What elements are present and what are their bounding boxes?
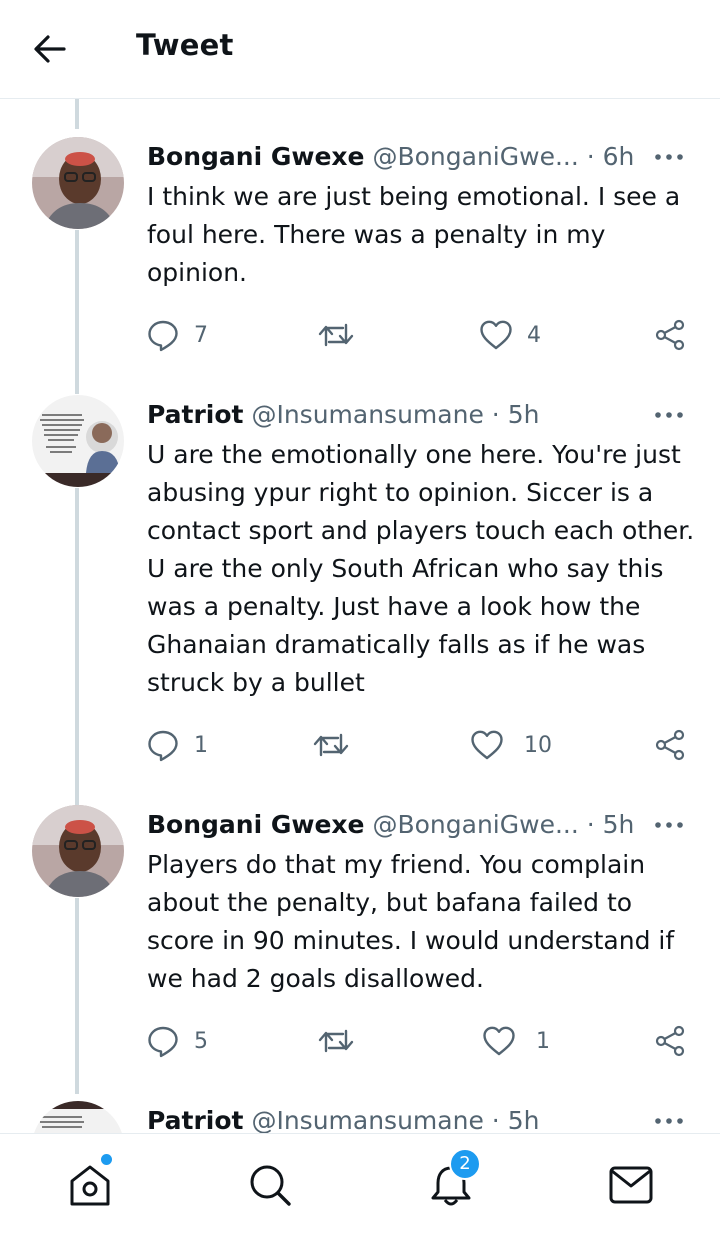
reply-icon (148, 1026, 178, 1058)
nav-notifications[interactable]: 2 (427, 1148, 481, 1208)
more-horizontal-icon (655, 412, 683, 418)
like-button[interactable]: 10 (470, 725, 552, 765)
nav-search[interactable] (246, 1162, 294, 1208)
tweet-header: Bongani Gwexe @BonganiGwe... · 6h (147, 140, 646, 174)
reply-button[interactable]: 7 (146, 315, 208, 355)
more-options-button[interactable] (652, 1104, 686, 1133)
retweet-button[interactable] (317, 315, 355, 355)
retweet-icon (318, 1029, 354, 1053)
avatar[interactable] (32, 1101, 124, 1133)
like-count: 10 (524, 732, 552, 758)
new-content-dot (101, 1154, 112, 1165)
nav-home[interactable] (66, 1154, 114, 1208)
separator-dot: · (586, 142, 595, 171)
retweet-icon (313, 733, 349, 757)
timestamp[interactable]: 5h (508, 400, 540, 429)
user-handle[interactable]: @Insumansumane (251, 1106, 483, 1133)
timestamp[interactable]: 5h (508, 1106, 540, 1133)
more-options-button[interactable] (652, 398, 686, 432)
share-button[interactable] (654, 725, 686, 765)
page-title: Tweet (136, 28, 234, 62)
bottom-navigation: 2 (0, 1133, 720, 1233)
tweet-header: Bongani Gwexe @BonganiGwe... · 5h (147, 808, 646, 842)
separator-dot: · (491, 400, 500, 429)
profile-photo-icon (32, 395, 124, 487)
share-icon (655, 319, 685, 351)
separator-dot: · (491, 1106, 500, 1133)
tweet[interactable]: Bongani Gwexe @BonganiGwe... · 6h I thin… (0, 137, 720, 360)
reply-count: 5 (194, 1028, 208, 1054)
like-button[interactable]: 1 (482, 1021, 550, 1061)
thread-line (75, 99, 79, 129)
profile-photo-icon (32, 137, 124, 229)
reply-button[interactable]: 5 (146, 1021, 208, 1061)
search-icon (250, 1165, 291, 1206)
user-handle[interactable]: @BonganiGwe... (372, 810, 578, 839)
avatar[interactable] (32, 137, 124, 229)
heart-icon (471, 730, 503, 760)
share-button[interactable] (654, 1021, 686, 1061)
more-horizontal-icon (655, 1118, 683, 1124)
home-icon (70, 1165, 110, 1206)
tweet-thread[interactable]: Bongani Gwexe @BonganiGwe... · 6h I thin… (0, 99, 720, 1133)
nav-messages[interactable] (607, 1162, 655, 1208)
display-name[interactable]: Patriot (147, 400, 244, 429)
tweet-actions: 5 1 (0, 1021, 720, 1061)
tweet-text: U are the emotionally one here. You're j… (147, 440, 695, 697)
messages-icon (609, 1166, 653, 1204)
tweet-actions: 1 10 (0, 725, 720, 765)
avatar[interactable] (32, 805, 124, 897)
profile-photo-icon (32, 1101, 124, 1133)
more-options-button[interactable] (652, 808, 686, 842)
retweet-icon (318, 323, 354, 347)
tweet-text: Players do that my friend. You complain … (147, 850, 675, 993)
retweet-button[interactable] (312, 725, 350, 765)
like-count: 4 (527, 322, 541, 348)
tweet-actions: 7 4 (0, 315, 720, 355)
timestamp[interactable]: 6h (603, 142, 635, 171)
tweet[interactable]: Patriot @Insumansumane · 5h (0, 1101, 720, 1133)
reply-icon (148, 320, 178, 352)
timestamp[interactable]: 5h (603, 810, 635, 839)
reply-count: 1 (194, 732, 208, 758)
like-button[interactable]: 4 (479, 315, 541, 355)
tweet-header: Patriot @Insumansumane · 5h (147, 398, 646, 432)
share-button[interactable] (654, 315, 686, 355)
heart-icon (480, 320, 512, 350)
tweet-text: I think we are just being emotional. I s… (147, 182, 681, 287)
reply-button[interactable]: 1 (146, 725, 208, 765)
reply-count: 7 (194, 322, 208, 348)
avatar[interactable] (32, 395, 124, 487)
separator-dot: · (586, 810, 595, 839)
more-horizontal-icon (655, 822, 683, 828)
reply-icon (148, 730, 178, 762)
tweet[interactable]: Patriot @Insumansumane · 5h U are the em… (0, 395, 720, 778)
display-name[interactable]: Bongani Gwexe (147, 810, 365, 839)
user-handle[interactable]: @BonganiGwe... (372, 142, 578, 171)
tweet-header: Patriot @Insumansumane · 5h (147, 1104, 646, 1133)
user-handle[interactable]: @Insumansumane (251, 400, 483, 429)
retweet-button[interactable] (317, 1021, 355, 1061)
top-app-bar: Tweet (0, 0, 720, 99)
arrow-left-icon (34, 35, 66, 63)
notifications-badge: 2 (449, 1148, 481, 1180)
share-icon (655, 1025, 685, 1057)
display-name[interactable]: Bongani Gwexe (147, 142, 365, 171)
like-count: 1 (536, 1028, 550, 1054)
tweet[interactable]: Bongani Gwexe @BonganiGwe... · 5h Player… (0, 805, 720, 1068)
display-name[interactable]: Patriot (147, 1106, 244, 1133)
heart-icon (483, 1026, 515, 1056)
back-button[interactable] (28, 30, 70, 68)
share-icon (655, 729, 685, 761)
more-options-button[interactable] (652, 140, 686, 174)
more-horizontal-icon (655, 154, 683, 160)
profile-photo-icon (32, 805, 124, 897)
